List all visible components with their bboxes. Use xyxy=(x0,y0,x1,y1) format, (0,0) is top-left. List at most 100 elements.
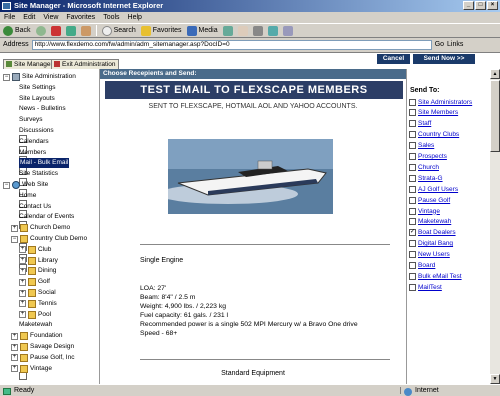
tree-item[interactable]: + Social xyxy=(19,288,56,298)
recipient-link[interactable]: Vintage xyxy=(418,208,440,215)
tree-item[interactable]: Contact Us xyxy=(19,202,51,262)
minimize-button[interactable]: _ xyxy=(463,1,474,10)
tree-item[interactable]: Site Settings xyxy=(19,83,56,143)
expand-icon[interactable]: + xyxy=(11,332,18,340)
recipient-checkbox[interactable] xyxy=(409,262,416,269)
menu-edit[interactable]: Edit xyxy=(23,14,35,21)
expand-icon[interactable]: + xyxy=(11,343,18,351)
tree-item[interactable]: + Pool xyxy=(19,310,51,320)
recipient-checkbox[interactable] xyxy=(409,98,416,106)
menu-favorites[interactable]: Favorites xyxy=(66,14,95,21)
expand-icon[interactable]: + xyxy=(11,354,18,362)
home-icon[interactable] xyxy=(80,25,91,36)
recipient-checkbox[interactable] xyxy=(409,109,416,117)
tree-item[interactable]: Mail - Bulk Email xyxy=(19,158,70,219)
tree-item[interactable]: Calendars xyxy=(19,137,49,197)
tree-item[interactable]: Site Layouts xyxy=(19,94,55,154)
tree-item[interactable]: + Dining xyxy=(19,266,56,276)
recipient-link[interactable]: Church xyxy=(418,164,439,171)
recipient-checkbox[interactable] xyxy=(409,251,416,259)
expand-icon[interactable]: + xyxy=(19,300,26,308)
recipient-link[interactable]: Digital Bang xyxy=(418,240,453,247)
recipient-link[interactable]: Site Members xyxy=(418,109,458,116)
print-icon[interactable] xyxy=(252,25,263,36)
recipient-link[interactable]: Staff xyxy=(418,120,431,127)
tree-item[interactable]: − Web Site xyxy=(3,180,48,190)
recipient-link[interactable]: Bulk eMail Test xyxy=(418,273,462,280)
scroll-down-button[interactable]: ▼ xyxy=(490,374,500,384)
expand-icon[interactable]: + xyxy=(19,267,26,275)
favorites-button[interactable]: Favorites xyxy=(140,25,182,36)
tree-item[interactable]: + Foundation xyxy=(11,331,63,341)
recipient-link[interactable]: AJ Golf Users xyxy=(418,186,458,193)
recipient-link[interactable]: Prospects xyxy=(418,153,447,160)
recipient-link[interactable]: Country Clubs xyxy=(418,131,459,138)
scroll-up-button[interactable]: ▲ xyxy=(490,69,500,79)
tree-item[interactable]: Surveys xyxy=(19,115,42,176)
collapse-icon[interactable]: − xyxy=(3,181,10,189)
tree-item[interactable]: + Pause Golf, Inc xyxy=(11,353,74,363)
tree-item[interactable]: Calendar of Events xyxy=(19,212,74,273)
tree-item[interactable]: + Church Demo xyxy=(11,223,70,233)
tree-item[interactable]: News - Bulletins xyxy=(19,104,66,165)
tree-item[interactable]: Home xyxy=(19,191,36,251)
collapse-icon[interactable]: − xyxy=(3,73,10,81)
tree-item[interactable]: − Site Administration xyxy=(3,72,76,82)
history-icon[interactable] xyxy=(222,25,233,36)
recipient-link[interactable]: Board xyxy=(418,262,435,269)
refresh-icon[interactable] xyxy=(65,25,76,36)
tab-site-manager[interactable]: Site Manager xyxy=(3,59,57,69)
expand-icon[interactable]: + xyxy=(19,311,26,319)
tree-item[interactable]: − Country Club Demo xyxy=(11,234,87,244)
stop-icon[interactable] xyxy=(50,25,61,36)
expand-icon[interactable]: + xyxy=(19,289,26,297)
recipient-checkbox[interactable] xyxy=(409,272,416,280)
expand-icon[interactable]: + xyxy=(19,278,26,286)
recipient-checkbox[interactable] xyxy=(409,196,416,204)
vertical-scrollbar[interactable]: ▲ ▼ xyxy=(490,69,500,384)
recipient-checkbox[interactable] xyxy=(409,207,416,215)
recipient-link[interactable]: Strata-G xyxy=(418,175,443,182)
recipient-checkbox[interactable] xyxy=(409,163,416,171)
recipient-checkbox[interactable] xyxy=(409,153,416,160)
menu-tools[interactable]: Tools xyxy=(103,14,119,21)
tree-item[interactable]: + Vintage xyxy=(11,364,52,374)
expand-icon[interactable]: + xyxy=(19,246,26,254)
recipient-checkbox[interactable] xyxy=(409,283,416,291)
tree-item[interactable]: + Club xyxy=(19,245,51,255)
menu-view[interactable]: View xyxy=(43,14,58,21)
send-now-button[interactable]: Send Now >> xyxy=(413,54,475,64)
tree-item[interactable]: + Golf xyxy=(19,277,50,287)
tree-item[interactable]: Maketewah xyxy=(19,320,52,381)
expand-icon[interactable]: + xyxy=(19,257,26,265)
tree-item[interactable]: + Savage Design xyxy=(11,342,74,352)
recipient-checkbox[interactable] xyxy=(409,131,416,139)
cancel-button[interactable]: Cancel xyxy=(377,54,410,64)
address-input[interactable]: http://www.flexdemo.com/fw/admin/adm_sit… xyxy=(31,39,432,50)
expand-icon[interactable]: + xyxy=(11,365,18,373)
tree-item[interactable]: Site Statistics xyxy=(19,169,58,230)
recipient-link[interactable]: Sales xyxy=(418,142,434,149)
menu-help[interactable]: Help xyxy=(128,14,142,21)
edit-icon[interactable] xyxy=(267,25,278,36)
discuss-icon[interactable] xyxy=(282,25,293,36)
recipient-link[interactable]: New Users xyxy=(418,251,450,258)
recipient-link[interactable]: Boat Dealers xyxy=(418,229,456,236)
recipient-checkbox[interactable]: ✓ xyxy=(409,229,416,237)
recipient-checkbox[interactable] xyxy=(409,185,416,193)
recipient-link[interactable]: Maketewah xyxy=(418,218,451,225)
recipient-link[interactable]: Pause Golf xyxy=(418,197,450,204)
recipient-checkbox[interactable] xyxy=(409,218,416,226)
recipient-checkbox[interactable] xyxy=(409,120,416,128)
tree-item[interactable]: Members xyxy=(19,148,46,208)
recipient-checkbox[interactable] xyxy=(409,142,416,150)
tab-exit-administration[interactable]: Exit Administration xyxy=(51,59,120,69)
back-button[interactable]: Back xyxy=(3,25,31,36)
search-button[interactable]: Search xyxy=(101,25,136,36)
expand-icon[interactable]: + xyxy=(11,224,18,232)
collapse-icon[interactable]: − xyxy=(11,235,18,243)
tree-item[interactable]: + Library xyxy=(19,256,58,266)
recipient-link[interactable]: Site Administrators xyxy=(418,99,472,106)
go-button[interactable]: Go xyxy=(435,41,444,48)
scroll-thumb[interactable] xyxy=(490,80,500,152)
